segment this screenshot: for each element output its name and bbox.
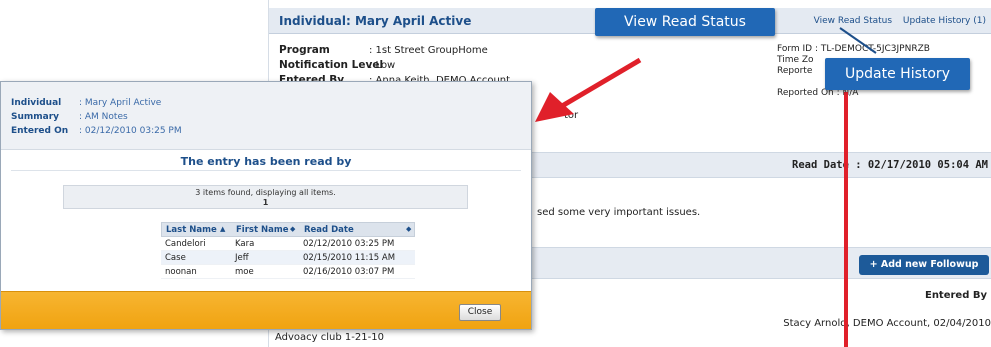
program-field: Program: 1st Street GroupHome	[279, 44, 488, 56]
view-read-status-link[interactable]: View Read Status	[814, 16, 892, 26]
page-title: Individual: Mary April Active	[279, 14, 472, 28]
followup-title[interactable]: Advoacy club 1-21-10	[275, 332, 384, 343]
form-id-field: Form ID : TL-DEMOCT-5JC3JPNRZB	[777, 44, 930, 54]
time-zone-field: Time Zo	[777, 55, 814, 65]
pager-summary: 3 items found, displaying all items.	[195, 188, 336, 197]
divider	[11, 170, 521, 171]
sort-both-icon[interactable]: ◆	[406, 225, 411, 233]
column-first-name[interactable]: First Name	[236, 225, 288, 235]
column-read-date[interactable]: Read Date	[304, 225, 354, 235]
callout-view-read-status: View Read Status	[595, 8, 775, 36]
pager: 3 items found, displaying all items. 1	[63, 185, 468, 209]
entered-on-row: Entered On: 02/12/2010 03:25 PM	[11, 126, 182, 136]
dialog-footer: Close	[1, 291, 531, 329]
table-header: Last Name ▲ First Name ◆ Read Date ◆	[161, 222, 415, 237]
table-row: Candelori Kara 02/12/2010 03:25 PM	[161, 237, 415, 251]
notification-field: Notification Level: Low	[279, 59, 396, 71]
read-date: Read Date : 02/17/2010 05:04 AM	[792, 159, 988, 171]
table-row: noonan moe 02/16/2010 03:07 PM	[161, 265, 415, 279]
followup-entry: Stacy Arnold, DEMO Account, 02/04/2010	[783, 318, 991, 329]
read-status-dialog: Individual: Mary April Active Summary: A…	[0, 81, 532, 330]
reported-by-field: Reporte	[777, 66, 813, 76]
update-history-link[interactable]: Update History (1)	[903, 16, 986, 26]
dialog-summary: Individual: Mary April Active Summary: A…	[1, 82, 531, 150]
callout-update-history: Update History	[825, 58, 970, 90]
readers-table: Last Name ▲ First Name ◆ Read Date ◆ Can…	[161, 222, 415, 279]
column-last-name[interactable]: Last Name	[166, 225, 217, 235]
pager-page-link[interactable]: 1	[64, 198, 467, 208]
entered-by-header: Entered By	[924, 290, 987, 301]
sort-both-icon[interactable]: ◆	[290, 225, 295, 233]
sort-asc-icon[interactable]: ▲	[220, 225, 225, 233]
table-row: Case Jeff 02/15/2010 11:15 AM	[161, 251, 415, 265]
partial-text: tor	[564, 110, 579, 121]
header-links: View Read Status Update History (1)	[806, 16, 986, 26]
add-followup-button[interactable]: + Add new Followup	[859, 255, 989, 275]
individual-row: Individual: Mary April Active	[11, 98, 162, 108]
note-text: sed some very important issues.	[537, 207, 701, 218]
dialog-heading: The entry has been read by	[180, 155, 352, 168]
close-button[interactable]: Close	[459, 304, 501, 321]
summary-row: Summary: AM Notes	[11, 112, 128, 122]
